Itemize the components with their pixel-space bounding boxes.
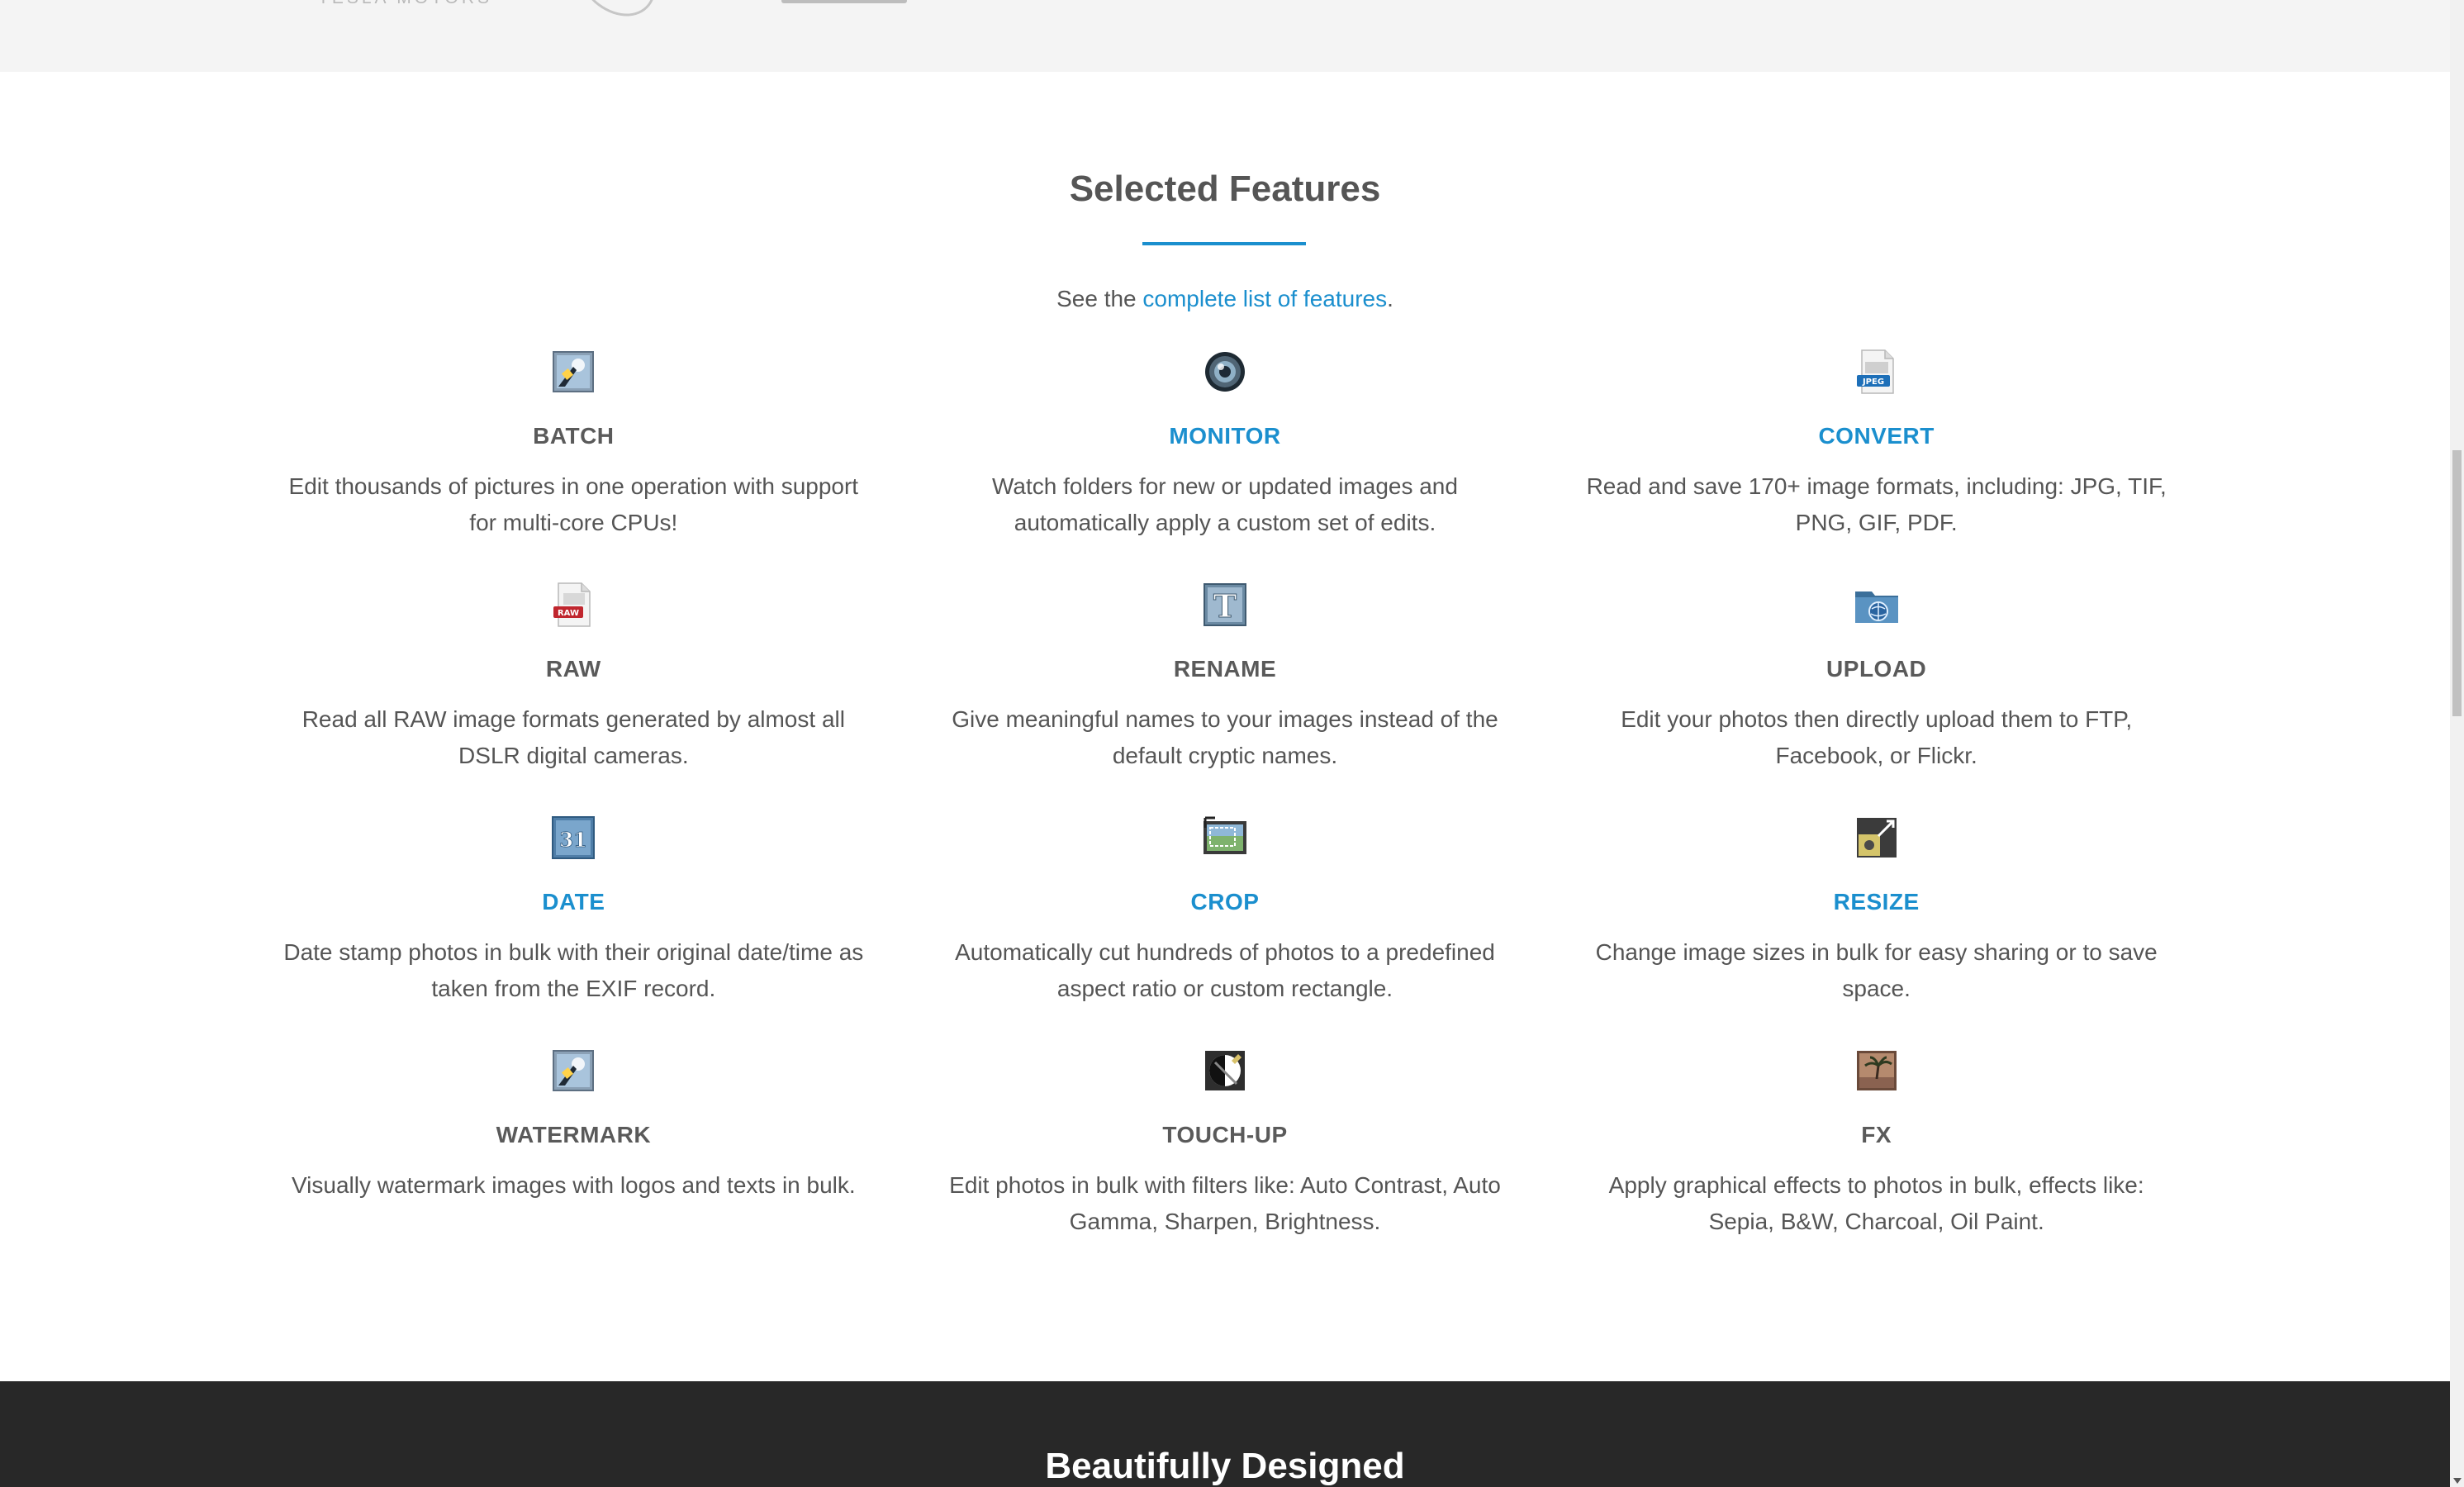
complete-features-link[interactable]: complete list of features — [1142, 286, 1387, 311]
feature-watermark: WATERMARK Visually watermark images with… — [248, 1048, 900, 1280]
date-icon-number: 31 — [560, 828, 587, 852]
feature-description: Edit photos in bulk with filters like: A… — [949, 1172, 1501, 1234]
watermark-icon — [553, 1050, 595, 1091]
feature-name: WATERMARK — [496, 1122, 652, 1147]
title-underline — [1142, 242, 1306, 245]
feature-description: Watch folders for new or updated images … — [992, 473, 1458, 535]
feature-name: UPLOAD — [1826, 656, 1927, 682]
vertical-scrollbar[interactable] — [2450, 0, 2464, 1487]
scrollbar-thumb[interactable] — [2452, 450, 2462, 716]
feature-description: Edit thousands of pictures in one operat… — [288, 473, 859, 535]
subtitle-prefix: See the — [1056, 286, 1143, 311]
rename-icon-letter: T — [1213, 587, 1237, 625]
feature-resize: RESIZE Change image sizes in bulk for ea… — [1550, 815, 2202, 1048]
feature-date: 31 DATE Date stamp photos in bulk with t… — [248, 815, 900, 1048]
feature-batch: BATCH Edit thousands of pictures in one … — [248, 349, 900, 582]
feature-upload: UPLOAD Edit your photos then directly up… — [1550, 582, 2202, 815]
feature-crop: CROP Automatically cut hundreds of photo… — [900, 815, 1551, 1048]
scroll-down-arrow-icon[interactable] — [2453, 1478, 2462, 1484]
feature-description: Edit your photos then directly upload th… — [1621, 706, 2133, 768]
feature-raw: RAW RAW Read all RAW image formats gener… — [248, 582, 900, 815]
features-subtitle: See the complete list of features. — [0, 286, 2450, 312]
feature-name: RENAME — [1173, 656, 1277, 682]
beautifully-designed-section: Beautifully Designed — [0, 1381, 2450, 1487]
feature-description: Give meaningful names to your images ins… — [952, 706, 1498, 768]
convert-icon-label: JPEG — [1862, 378, 1884, 387]
bar-logo — [781, 0, 907, 3]
feature-monitor: MONITOR Watch folders for new or updated… — [900, 349, 1551, 582]
feature-convert: JPEG CONVERT Read and save 170+ image fo… — [1550, 349, 2202, 582]
feature-name-link[interactable]: CONVERT — [1550, 423, 2202, 449]
feature-touch-up: TOUCH-UP Edit photos in bulk with filter… — [900, 1048, 1551, 1280]
feature-name: TOUCH-UP — [1162, 1122, 1288, 1147]
date-icon: 31 — [552, 816, 596, 859]
dark-section-title: Beautifully Designed — [1045, 1446, 1405, 1486]
feature-description: Visually watermark images with logos and… — [291, 1172, 856, 1198]
feature-description: Apply graphical effects to photos in bul… — [1608, 1172, 2144, 1234]
fx-icon — [1856, 1051, 1897, 1090]
upload-icon — [1854, 591, 1898, 623]
crop-icon — [1203, 816, 1246, 854]
feature-description: Date stamp photos in bulk with their ori… — [283, 939, 864, 1001]
feature-name: FX — [1861, 1122, 1892, 1147]
client-logos-strip: TESLA MOTORS — [0, 0, 2450, 72]
features-grid: BATCH Edit thousands of pictures in one … — [248, 349, 2202, 1280]
page: TESLA MOTORS Selected Features See the c… — [0, 0, 2464, 1487]
monitor-icon — [1204, 352, 1245, 392]
feature-description: Read and save 170+ image formats, includ… — [1586, 473, 2167, 535]
raw-icon: RAW — [553, 582, 591, 627]
feature-name: BATCH — [533, 423, 615, 449]
feature-name-link[interactable]: MONITOR — [900, 423, 1551, 449]
touch-up-icon — [1204, 1051, 1245, 1090]
section-title: Selected Features — [1069, 169, 1381, 209]
batch-icon — [553, 351, 595, 392]
resize-icon — [1856, 818, 1897, 858]
feature-fx: FX Apply graphical effects to photos in … — [1550, 1048, 2202, 1280]
subtitle-suffix: . — [1387, 286, 1393, 311]
tesla-logo: TESLA MOTORS — [318, 0, 492, 8]
rename-icon: T — [1203, 583, 1246, 626]
feature-name-link[interactable]: CROP — [900, 889, 1551, 915]
feature-name-link[interactable]: DATE — [248, 889, 900, 915]
feature-name-link[interactable]: RESIZE — [1550, 889, 2202, 915]
feature-rename: T RENAME Give meaningful names to your i… — [900, 582, 1551, 815]
feature-description: Change image sizes in bulk for easy shar… — [1595, 939, 2158, 1001]
convert-icon: JPEG — [1856, 349, 1894, 394]
feature-name: RAW — [545, 656, 601, 682]
raw-icon-label: RAW — [558, 609, 579, 618]
features-section: Selected Features See the complete list … — [0, 72, 2450, 1381]
circle-logo — [559, 0, 672, 32]
feature-description: Read all RAW image formats generated by … — [301, 706, 845, 768]
feature-description: Automatically cut hundreds of photos to … — [955, 939, 1495, 1001]
